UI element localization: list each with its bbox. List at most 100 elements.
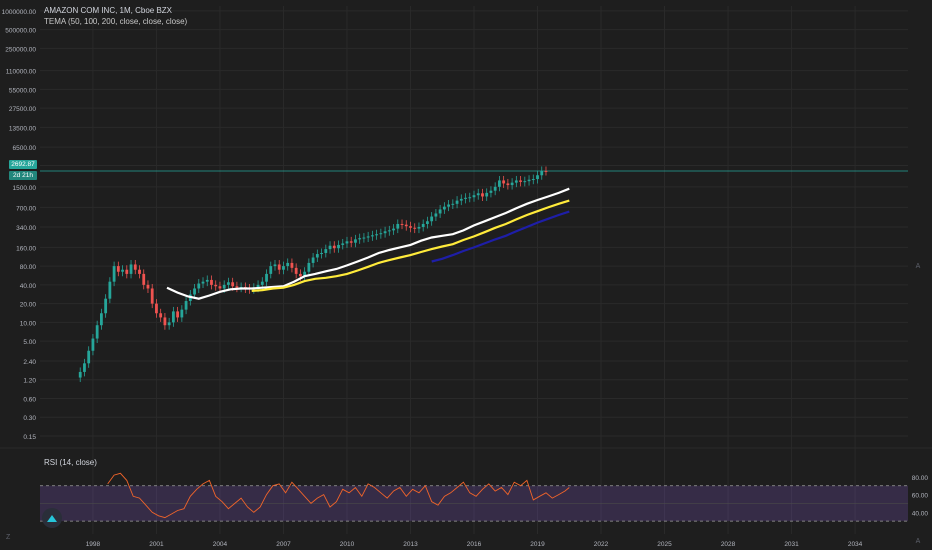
candle-body [362,237,366,239]
candle-body [370,235,374,237]
auto-scale-icon: A [916,538,921,545]
candle-body [222,284,226,289]
price-tick-label: 10.00 [20,320,37,327]
time-tick-label: 2013 [403,541,418,548]
candle-body [349,241,353,243]
candle-body [468,197,472,199]
candle-body [413,227,417,229]
candle-body [345,241,349,244]
candle-body [354,239,357,243]
candle-body [464,197,467,199]
candle-body [205,279,209,282]
candle-body [125,269,129,274]
price-tick-label: 250000.00 [5,46,36,53]
price-tick-label: 55000.00 [9,87,36,94]
auto-scale-icon: A [916,263,921,270]
candle-body [171,311,175,323]
candle-body [426,221,429,224]
time-tick-label: 2031 [784,541,799,548]
candle-body [438,209,442,214]
candle-body [447,204,450,207]
price-tick-label: 20.00 [20,302,37,309]
candle-body [167,322,171,326]
candle-body [112,266,116,282]
price-tick-label: 2.40 [23,359,36,366]
candle-body [434,213,438,217]
candle-body [396,223,400,229]
time-tick-label: 2025 [657,541,672,548]
candle-body [273,264,277,267]
candle-body [197,283,201,289]
candle-body [531,179,535,181]
timezone-marker-icon[interactable]: Z [6,534,10,541]
candle-body [218,286,222,289]
candle-body [455,200,459,204]
candle-body [146,284,150,289]
price-tick-label: 340.00 [16,225,36,232]
candle-body [214,284,218,287]
tradingview-logo-icon[interactable] [42,508,62,528]
candle-body [150,288,154,304]
candle-body [442,206,446,210]
candle-body [231,282,235,287]
candle-body [227,282,230,285]
candle-body [489,190,493,193]
candle-body [358,238,362,240]
candle-body [260,281,264,285]
candle-body [235,286,239,288]
rsi-tick-label: 60.00 [912,493,929,500]
candle-body [383,231,387,234]
candle-body [375,234,379,236]
price-tick-label: 5.00 [23,339,36,346]
candle-body [493,186,497,191]
candle-body [83,363,86,372]
candle-body [472,195,476,198]
candle-body [78,371,82,378]
candle-body [176,311,180,318]
price-tick-label: 1500.00 [13,185,37,192]
candle-body [87,350,91,364]
candle-body [392,228,395,231]
candle-body [417,226,421,229]
candle-body [294,267,298,274]
candle-body [95,325,99,339]
candle-body [502,180,506,184]
candle-body [180,309,184,318]
candle-body [307,262,311,272]
candle-body [138,269,141,274]
time-tick-label: 2010 [340,541,355,548]
candle-body [337,244,340,249]
candle-body [99,313,103,326]
time-tick-label: 2019 [530,541,545,548]
candle-body [341,243,345,245]
candle-body [91,338,95,351]
rsi-legend[interactable]: RSI (14, close) [44,458,97,467]
candle-body [269,266,273,274]
candle-body [379,233,383,235]
price-tick-label: 0.60 [23,396,36,403]
candle-body [184,301,188,310]
price-tick-label: 0.15 [23,434,36,441]
price-tick-label: 27500.00 [9,106,36,113]
candle-body [498,180,501,187]
time-tick-label: 2022 [594,541,609,548]
candle-body [485,192,489,197]
candle-body [404,224,408,227]
rsi-tick-label: 80.00 [912,475,929,482]
candle-body [421,223,425,227]
candle-body [523,181,527,183]
candle-body [514,180,518,183]
price-tick-label: 1.20 [23,378,36,385]
candle-body [320,252,323,255]
candle-body [299,273,302,277]
candle-body [108,281,112,299]
candle-body [451,203,455,205]
candle-body [430,216,434,222]
candle-body [506,183,510,186]
price-tick-label: 110000.00 [6,69,37,76]
rsi-tick-label: 40.00 [912,510,929,517]
candle-body [129,264,133,274]
indicator-legend[interactable]: TEMA (50, 100, 200, close, close, close) [44,17,187,26]
price-tick-label: 80.00 [20,264,37,271]
chart-canvas[interactable]: 1000000.00 500000.00 250000.00 110000.00 550… [0,0,932,550]
